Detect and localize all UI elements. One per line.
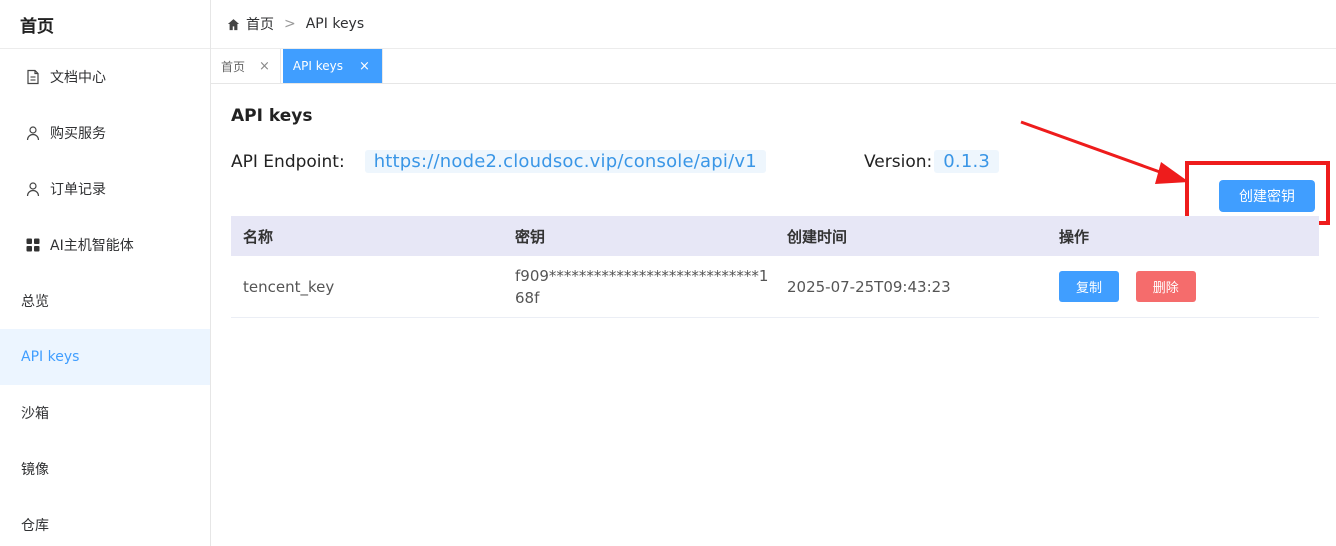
breadcrumb: 首页 > API keys xyxy=(211,0,1336,49)
sidebar-item-label: 购买服务 xyxy=(50,126,106,142)
sidebar-item-orders[interactable]: 订单记录 xyxy=(0,161,210,217)
key-created-time: 2025-07-25T09:43:23 xyxy=(787,277,951,296)
close-icon[interactable]: × xyxy=(359,59,370,74)
tab-label: 首页 xyxy=(221,59,246,74)
sidebar-item-label: 订单记录 xyxy=(50,182,106,198)
tab-home[interactable]: 首页 × xyxy=(211,49,281,83)
sidebar-item-label: AI主机智能体 xyxy=(50,238,134,254)
sidebar-item-label: 镜像 xyxy=(21,462,49,478)
grid-icon xyxy=(24,236,42,254)
version-value: 0.1.3 xyxy=(934,150,1000,173)
api-keys-table: 名称 密钥 创建时间 操作 tencent_key f909**********… xyxy=(231,216,1319,318)
sidebar-item-docs[interactable]: 文档中心 xyxy=(0,49,210,105)
column-header-created: 创建时间 xyxy=(787,227,848,246)
sidebar-item-label: 沙箱 xyxy=(21,406,49,422)
breadcrumb-separator: > xyxy=(284,16,296,32)
version-row: Version: 0.1.3 xyxy=(864,150,1000,173)
annotation-arrow-icon xyxy=(1020,120,1189,184)
user-icon xyxy=(24,124,42,142)
sidebar-item-label: API keys xyxy=(21,349,80,365)
key-name: tencent_key xyxy=(243,277,335,296)
column-header-name: 名称 xyxy=(243,227,274,246)
sidebar-item-purchase[interactable]: 购买服务 xyxy=(0,105,210,161)
tab-label: API keys xyxy=(292,59,343,73)
table-header: 名称 密钥 创建时间 操作 xyxy=(231,216,1319,256)
table-row: tencent_key f909************************… xyxy=(231,256,1319,318)
column-header-actions: 操作 xyxy=(1059,227,1090,246)
breadcrumb-current: API keys xyxy=(305,16,365,32)
sidebar-item-sandbox[interactable]: 沙箱 xyxy=(0,385,210,441)
create-key-button[interactable]: 创建密钥 xyxy=(1219,180,1315,212)
page-title: API keys xyxy=(231,106,313,126)
main-content: API keys API Endpoint: https://node2.clo… xyxy=(211,84,1336,546)
column-header-secret: 密钥 xyxy=(515,227,546,246)
version-label: Version: xyxy=(864,151,933,172)
app-root: 首页 文档中心 购买服务 订单记录 AI主机智能体 总览 API keys 沙箱… xyxy=(0,0,1336,546)
key-secret: f909****************************168f xyxy=(515,266,769,307)
endpoint-label: API Endpoint: xyxy=(231,151,345,172)
sidebar-item-overview[interactable]: 总览 xyxy=(0,273,210,329)
home-icon[interactable] xyxy=(227,18,240,31)
sidebar-item-api-keys[interactable]: API keys xyxy=(0,329,210,385)
breadcrumb-home[interactable]: 首页 xyxy=(246,14,274,34)
secret-cell: f909****************************168f xyxy=(503,265,775,309)
tab-api-keys[interactable]: API keys × xyxy=(282,49,383,83)
document-icon xyxy=(24,68,42,86)
endpoint-row: API Endpoint: https://node2.cloudsoc.vip… xyxy=(231,150,766,173)
sidebar-item-ai-agent[interactable]: AI主机智能体 xyxy=(0,217,210,273)
sidebar-item-repository[interactable]: 仓库 xyxy=(0,497,210,546)
sidebar-logo[interactable]: 首页 xyxy=(0,0,210,49)
sidebar-menu: 文档中心 购买服务 订单记录 AI主机智能体 总览 API keys 沙箱 镜像… xyxy=(0,49,210,546)
sidebar-item-label: 文档中心 xyxy=(50,70,106,86)
close-icon[interactable]: × xyxy=(259,59,270,74)
sidebar-item-images[interactable]: 镜像 xyxy=(0,441,210,497)
endpoint-value: https://node2.cloudsoc.vip/console/api/v… xyxy=(364,150,766,173)
actions-cell: 复制 删除 xyxy=(1047,271,1319,302)
sidebar-item-label: 总览 xyxy=(21,294,49,310)
tabs-bar: 首页 × API keys × xyxy=(211,49,1336,84)
delete-button[interactable]: 删除 xyxy=(1135,271,1196,302)
copy-button[interactable]: 复制 xyxy=(1059,271,1119,302)
user-icon xyxy=(24,180,42,198)
sidebar-item-label: 仓库 xyxy=(21,518,49,534)
sidebar: 首页 文档中心 购买服务 订单记录 AI主机智能体 总览 API keys 沙箱… xyxy=(0,0,211,546)
